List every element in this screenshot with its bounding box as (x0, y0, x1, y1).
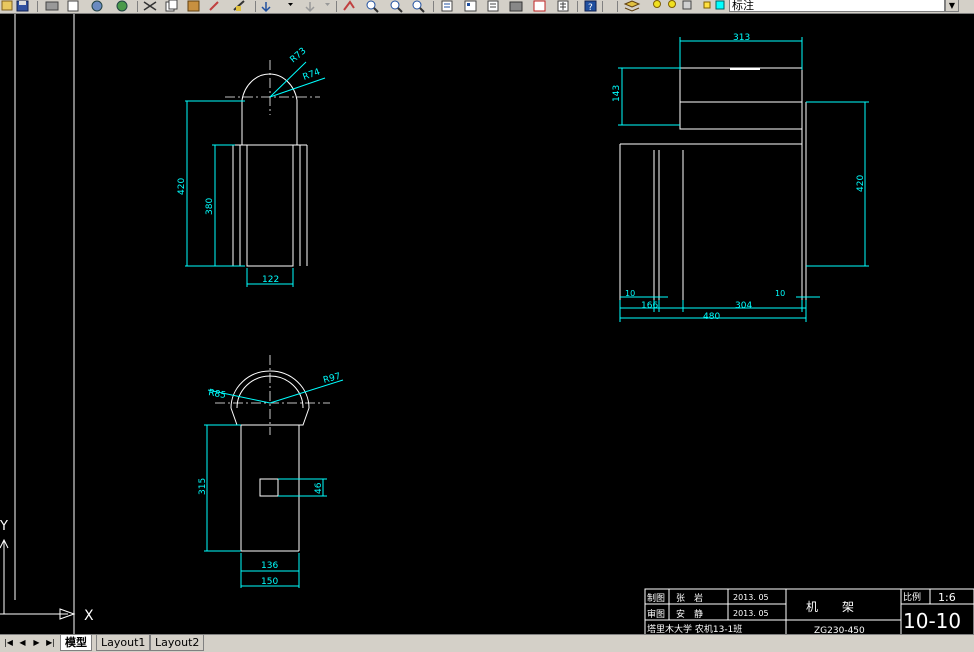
publish-icon[interactable] (91, 0, 103, 12)
undo-icon[interactable] (261, 2, 271, 13)
school-class: 塔里木大学 农机13-1班 (647, 623, 742, 634)
drawing-number: ZG230-450 (814, 626, 865, 634)
copy-icon[interactable] (165, 0, 178, 12)
save-icon[interactable] (16, 0, 29, 12)
dim-143: 143 (612, 85, 622, 102)
next-tab-icon[interactable]: ▶ (30, 637, 43, 649)
help-icon[interactable]: ? (584, 0, 597, 13)
undo-dropdown-icon[interactable] (288, 3, 293, 6)
first-tab-icon[interactable]: |◀ (2, 637, 15, 649)
last-tab-icon[interactable]: ▶| (44, 637, 57, 649)
publish-web-icon[interactable] (116, 0, 128, 12)
drawing-canvas[interactable]: Y X R73 R74 420 380 122 R85 R97 315 46 1… (0, 14, 974, 634)
open-icon[interactable] (1, 0, 13, 11)
dim-380: 380 (205, 198, 215, 215)
dim-10-left: 10 (625, 289, 635, 298)
dim-150: 150 (261, 577, 278, 587)
ucs-y-label: Y (0, 519, 8, 534)
plot-icon[interactable] (45, 1, 59, 11)
dim-122: 122 (262, 275, 279, 285)
dim-315: 315 (198, 478, 208, 495)
chevron-down-icon[interactable]: ▼ (945, 0, 959, 12)
layer-manager-icon[interactable] (623, 0, 641, 12)
paste-icon[interactable] (187, 0, 200, 12)
checked-name: 安 静 (676, 608, 703, 620)
sheetset-icon[interactable] (509, 1, 523, 12)
properties-icon[interactable] (441, 0, 453, 12)
tab-model[interactable]: 模型 (60, 635, 92, 651)
pan-icon[interactable] (343, 0, 355, 11)
part-name: 机 架 (806, 600, 854, 614)
tab-layout2[interactable]: Layout2 (150, 635, 205, 651)
dim-46: 46 (314, 482, 324, 494)
dim-420-v3: 420 (856, 175, 866, 192)
dim-136: 136 (261, 561, 278, 571)
layout-tab-bar: |◀ ◀ ▶ ▶| 模型 Layout1 Layout2 (0, 634, 974, 652)
checked-label: 审图 (647, 608, 665, 620)
layer-dropdown[interactable]: 标注 (729, 0, 945, 12)
drawn-label: 制图 (647, 592, 665, 604)
dim-480: 480 (703, 312, 720, 322)
tab-layout1[interactable]: Layout1 (96, 635, 151, 651)
checked-date: 2013. 05 (733, 609, 769, 618)
cut-icon[interactable] (143, 1, 157, 11)
designcenter-icon[interactable] (464, 0, 477, 12)
dim-10-right: 10 (775, 289, 785, 298)
dim-304: 304 (735, 301, 752, 311)
drawn-date: 2013. 05 (733, 593, 769, 602)
zoom-previous-icon[interactable] (412, 0, 425, 13)
standard-toolbar: ? 标注 ▼ (0, 0, 974, 14)
zoom-realtime-icon[interactable] (366, 0, 379, 13)
zoom-window-icon[interactable] (390, 0, 403, 13)
quickcalc-icon[interactable] (557, 0, 569, 12)
redo-icon[interactable] (305, 2, 315, 13)
markup-icon[interactable] (533, 0, 546, 12)
toolpalettes-icon[interactable] (487, 0, 499, 12)
svg-text:?: ? (588, 3, 593, 13)
scale-value: 1:6 (938, 591, 956, 604)
dim-420-v1: 420 (177, 178, 187, 195)
ucs-x-label: X (84, 608, 94, 624)
dim-313: 313 (733, 33, 750, 43)
sheet-number: 10-10 (903, 609, 961, 633)
layer-state-icons[interactable] (653, 0, 725, 10)
scale-label: 比例 (903, 591, 921, 603)
preview-icon[interactable] (67, 0, 79, 12)
redo-dropdown-icon[interactable] (325, 3, 330, 6)
dim-166: 166 (641, 301, 658, 311)
prev-tab-icon[interactable]: ◀ (16, 637, 29, 649)
drawn-name: 张 岩 (676, 592, 703, 604)
matchprop-icon[interactable] (209, 1, 219, 11)
blockeditor-icon[interactable] (233, 0, 245, 11)
